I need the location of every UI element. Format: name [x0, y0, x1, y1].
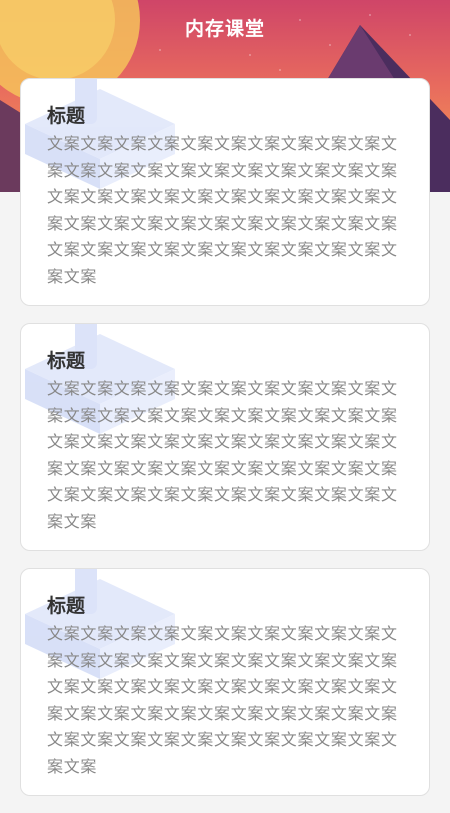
- content-card[interactable]: 标题 文案文案文案文案文案文案文案文案文案文案文案文案文案文案文案文案文案文案文…: [20, 78, 430, 306]
- card-body-text: 文案文案文案文案文案文案文案文案文案文案文案文案文案文案文案文案文案文案文案文案…: [47, 379, 398, 531]
- card-title: 标题: [47, 595, 86, 617]
- page-title: 内存课堂: [184, 18, 265, 40]
- card-body-text: 文案文案文案文案文案文案文案文案文案文案文案文案文案文案文案文案文案文案文案文案…: [47, 134, 398, 286]
- content-card[interactable]: 标题 文案文案文案文案文案文案文案文案文案文案文案文案文案文案文案文案文案文案文…: [20, 568, 430, 796]
- content-card[interactable]: 标题 文案文案文案文案文案文案文案文案文案文案文案文案文案文案文案文案文案文案文…: [20, 323, 430, 551]
- card-title: 标题: [47, 105, 86, 127]
- card-body-text: 文案文案文案文案文案文案文案文案文案文案文案文案文案文案文案文案文案文案文案文案…: [47, 624, 398, 776]
- card-list: 标题 文案文案文案文案文案文案文案文案文案文案文案文案文案文案文案文案文案文案文…: [20, 78, 430, 813]
- card-title: 标题: [47, 350, 86, 372]
